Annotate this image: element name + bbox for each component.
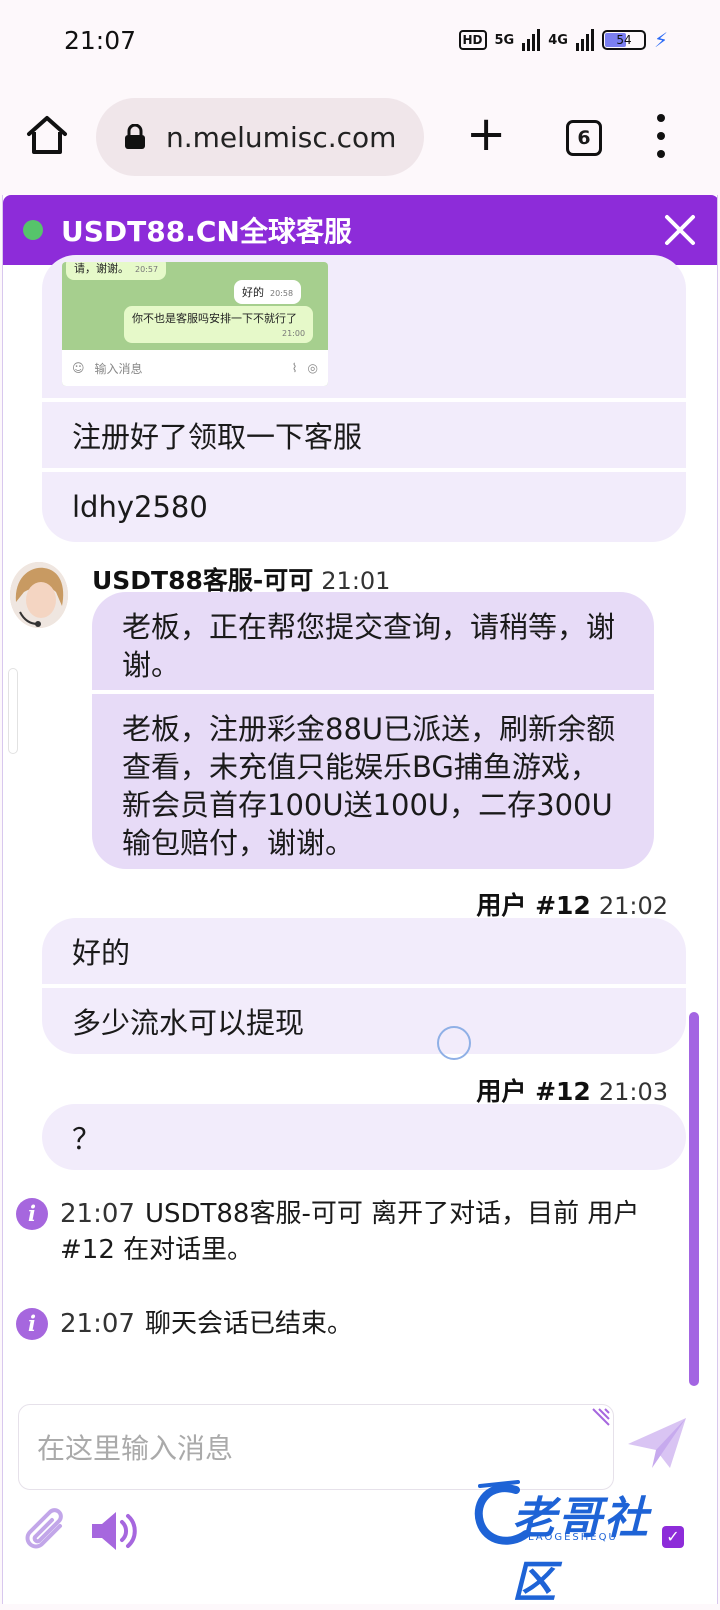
new-tab-button[interactable]: + <box>466 110 506 158</box>
send-icon[interactable] <box>626 1414 688 1472</box>
info-icon: i <box>16 1198 48 1230</box>
embed-bubble: 好的 20:58 <box>234 280 302 304</box>
user-sender-line: 用户 #12 21:03 <box>476 1072 668 1108</box>
hd-voice-icon: HD <box>458 30 487 50</box>
user-name: 用户 #12 <box>476 891 591 920</box>
signal-4g-label: 4G <box>548 32 568 48</box>
embed-bubble: 你不也是客服吗安排一下不就行了 21:00 <box>124 306 314 343</box>
status-time: 21:07 <box>64 26 137 55</box>
user-sender-line: 用户 #12 21:02 <box>476 886 668 922</box>
sound-icon[interactable] <box>90 1510 138 1552</box>
info-icon: i <box>16 1308 48 1340</box>
message-bubble: 多少流水可以提现 <box>72 1006 305 1040</box>
embed-input-bar: ☺ 输入消息 ⌇ ◎ <box>62 350 328 386</box>
signal-bars-2-icon <box>575 29 594 51</box>
system-message: i 21:07 USDT88客服-可可 离开了对话，目前 用户 #12 在对话里。 <box>16 1196 656 1268</box>
check-icon[interactable]: ✓ <box>662 1526 684 1548</box>
status-icons: HD 5G 4G 54 ⚡ <box>458 28 668 52</box>
battery-icon: 54 <box>601 30 646 50</box>
status-bar: 21:07 HD 5G 4G 54 ⚡ <box>0 0 720 84</box>
message-bubble: ？ <box>72 1122 102 1156</box>
address-bar[interactable]: n.melumisc.com <box>96 98 424 176</box>
emoji-icon: ☺ <box>72 361 85 375</box>
message-time: 21:01 <box>321 567 391 595</box>
message-bubble: ldhy2580 <box>72 490 208 524</box>
chat-scrollbar[interactable] <box>689 1012 699 1386</box>
touch-indicator <box>437 1026 471 1060</box>
message-bubble: 注册好了领取一下客服 <box>42 402 686 472</box>
paperclip-icon[interactable] <box>24 1508 70 1554</box>
home-icon[interactable] <box>24 112 70 158</box>
left-scroll-handle[interactable] <box>8 668 18 754</box>
resize-grip-icon[interactable] <box>591 1407 611 1427</box>
url-text: n.melumisc.com <box>166 120 397 154</box>
battery-level: 54 <box>616 33 632 47</box>
tab-switcher-button[interactable]: 6 <box>566 120 602 156</box>
more-menu-icon[interactable] <box>656 114 666 158</box>
system-text: 聊天会话已结束。 <box>144 1309 353 1339</box>
embed-bubble: 请，谢谢。 20:57 <box>66 262 167 280</box>
system-text: USDT88客服-可可 离开了对话，目前 用户 #12 在对话里。 <box>60 1199 640 1265</box>
signal-5g-label: 5G <box>494 32 515 48</box>
system-message: i 21:07 聊天会话已结束。 <box>16 1306 656 1342</box>
attached-screenshot[interactable]: 请，谢谢。 20:57 好的 20:58 你不也是客服吗安排一下不就行了 21:00 … <box>62 262 328 386</box>
agent-avatar <box>10 562 68 628</box>
message-bubble: 好的 <box>42 918 686 988</box>
user-message-group: ？ <box>42 1104 686 1170</box>
user-name: 用户 #12 <box>476 1077 591 1106</box>
camera-icon: ◎ <box>307 361 318 375</box>
signal-bars-icon <box>522 29 541 51</box>
close-icon[interactable] <box>663 213 697 247</box>
browser-toolbar: n.melumisc.com + 6 <box>0 84 720 192</box>
user-message-group: 好的 多少流水可以提现 <box>42 918 686 1054</box>
message-time: 21:02 <box>598 892 668 920</box>
message-bubble: 老板，注册彩金88U已派送，刷新余额查看，未充值只能娱乐BG捕鱼游戏，新会员首存… <box>122 712 616 860</box>
system-time: 21:07 <box>60 1309 135 1339</box>
message-bubble: 老板，正在帮您提交查询，请稍等，谢谢。 <box>92 592 654 694</box>
charging-icon: ⚡ <box>653 28 668 52</box>
agent-message-group: 老板，正在帮您提交查询，请稍等，谢谢。 老板，注册彩金88U已派送，刷新余额查看… <box>92 592 654 869</box>
message-input-placeholder: 在这里输入消息 <box>37 1432 234 1465</box>
paperclip-icon: ⌇ <box>291 361 298 375</box>
online-status-dot <box>23 220 43 240</box>
agent-name: USDT88客服-可可 <box>92 566 314 595</box>
message-time: 21:03 <box>598 1078 668 1106</box>
system-time: 21:07 <box>60 1199 135 1229</box>
lock-icon <box>125 124 145 149</box>
chat-title: USDT88.CN全球客服 <box>61 215 352 248</box>
watermark-logo: 老哥社区 LAOGESHEQU <box>470 1472 692 1608</box>
